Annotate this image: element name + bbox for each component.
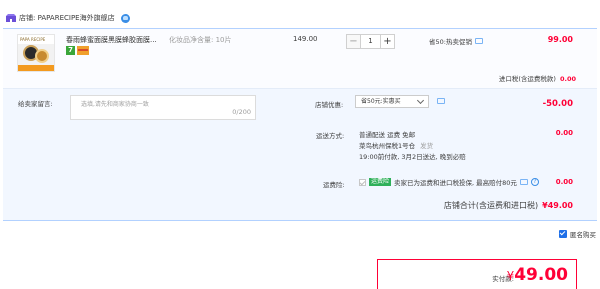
import-tax-value: 0.00 — [559, 75, 576, 83]
payment-amount: ¥49.00 — [507, 265, 568, 285]
insurance-chat-icon[interactable] — [519, 179, 528, 185]
product-title[interactable]: 春雨蜂蜜面膜黑膜蜂胶面膜... — [66, 35, 157, 45]
seller-message-counter: 0/200 — [232, 108, 251, 116]
shipping-method-details: 普通配送 运费 免邮 菜鸟杭州保税1号仓 发货 19:00前付款, 3月2日送达,… — [359, 130, 466, 163]
shipping-insurance-label: 运费险: — [323, 181, 345, 189]
shipping-insurance-checkbox[interactable] — [359, 178, 366, 186]
chevron-down-icon — [416, 96, 425, 105]
discount-info-icon[interactable] — [437, 98, 445, 104]
thumbnail-brand-text: PAPA RECIPE — [18, 35, 54, 44]
import-tax-label: 进口税(含运费税款) — [498, 75, 556, 83]
promotion: 省50:热卖促销 — [429, 36, 483, 46]
anonymous-purchase-label: 匿名购买 — [570, 231, 596, 239]
shop-icon — [6, 14, 16, 22]
unit-price: 149.00 — [293, 35, 318, 43]
shop-header: 店铺: PAPARECIPE海外旗舰店 — [6, 12, 130, 24]
shipping-line-fee: 普通配送 运费 免邮 — [359, 131, 416, 139]
shipping-insurance-text: 卖家已为运费和进口税投保, 最高赔付80元 — [394, 179, 517, 187]
import-tax-row: 进口税(含运费税款) 0.00 — [499, 73, 576, 83]
shop-name[interactable]: 店铺: PAPARECIPE海外旗舰店 — [19, 13, 115, 23]
shop-total-row: 店铺合计(含运费和进口税) ¥49.00 — [444, 200, 573, 211]
product-thumbnail[interactable]: PAPA RECIPE — [17, 34, 55, 72]
anonymous-purchase[interactable]: 匿名购买 — [559, 229, 596, 239]
shipping-line-eta: 19:00前付款, 3月2日送达, 晚到必赔 — [359, 153, 466, 161]
thumbnail-jar-honey — [35, 49, 49, 63]
quantity-input[interactable]: 1 — [361, 34, 380, 49]
quantity-stepper: − 1 + — [346, 34, 395, 49]
help-icon[interactable]: ? — [530, 178, 539, 186]
quantity-decrease-button[interactable]: − — [346, 34, 361, 49]
seller-message-field[interactable]: 选填,请先和商家协商一致 0/200 — [70, 95, 256, 120]
shipping-amount: 0.00 — [555, 129, 573, 137]
payment-amount-value: 49.00 — [514, 265, 568, 285]
seller-message-label: 给卖家留言: — [18, 100, 53, 108]
order-options-panel: 给卖家留言: 选填,请先和商家协商一致 0/200 店铺优惠: 省50元:实惠买… — [3, 88, 597, 220]
shipping-insurance-amount: 0.00 — [555, 178, 573, 186]
wangwang-icon[interactable] — [120, 13, 130, 23]
shop-discount-amount: -50.00 — [542, 99, 573, 109]
promotion-text: 省50:热卖促销 — [429, 38, 472, 46]
anonymous-purchase-checkbox[interactable] — [559, 230, 567, 238]
divider — [3, 220, 597, 221]
quantity-increase-button[interactable]: + — [380, 34, 395, 49]
item-subtotal: 99.00 — [547, 35, 573, 44]
shop-total-label: 店铺合计(含运费和进口税) — [443, 201, 539, 210]
product-tags: 7 — [66, 46, 89, 55]
chat-icon[interactable] — [474, 38, 483, 44]
seller-message-placeholder: 选填,请先和商家协商一致 — [81, 101, 149, 108]
shipping-insurance-tag: 运费险 — [369, 178, 392, 186]
shop-discount-label: 店铺优惠: — [315, 101, 344, 109]
shop-discount-select[interactable]: 省50元:实惠买 — [355, 95, 429, 108]
product-sku: 化妆品净含量: 10片 — [169, 36, 232, 44]
shop-total-value: ¥49.00 — [542, 201, 573, 210]
thumbnail-strip — [18, 65, 54, 71]
payment-summary: 实付款: ¥49.00 — [377, 259, 577, 289]
seven-day-return-icon[interactable]: 7 — [66, 46, 75, 55]
shipping-method-label: 运送方式: — [316, 132, 345, 140]
credit-card-icon[interactable] — [77, 46, 89, 55]
shipping-line-warehouse: 菜鸟杭州保税1号仓 发货 — [359, 142, 434, 150]
shop-discount-selected: 省50元:实惠买 — [361, 98, 401, 105]
shipping-insurance-row: 运费险 卖家已为运费和进口税投保, 最高赔付80元 ? — [359, 177, 539, 187]
